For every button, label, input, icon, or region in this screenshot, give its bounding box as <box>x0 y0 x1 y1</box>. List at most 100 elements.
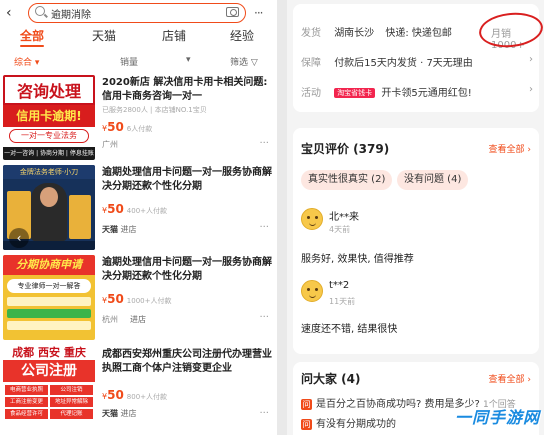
more-options-icon[interactable]: ··· <box>259 222 269 233</box>
product-price: ¥50 6人付款 <box>102 120 153 134</box>
product-thumbnail: 成都 西安 重庆 公司注册 电商营业执照 公司注销 工商注册变更 地址异常解除 … <box>3 345 95 430</box>
promo-text: 开卡领5元通用红包! <box>381 88 472 99</box>
camera-icon[interactable] <box>226 7 239 17</box>
savings-card-badge: 淘宝省钱卡 <box>334 88 376 98</box>
qa-question[interactable]: 问是百分之百协商成功吗? 费用是多少? <box>301 395 480 410</box>
product-detail-panel: 发货 湖南长沙 快递: 快递包邮 月销1000+ 保障 付款后15天内发货 · … <box>287 0 544 435</box>
product-title[interactable]: 2020新店 解决信用卡用卡相关问题:信用卡商务咨询一对一 <box>102 76 272 104</box>
question-icon: 问 <box>301 419 312 430</box>
product-title[interactable]: 逾期处理信用卡问题一对一服务协商解决分期还款个性化分期 <box>102 256 272 284</box>
chevron-right-icon: › <box>529 84 533 95</box>
more-options-icon[interactable]: ··· <box>259 138 269 149</box>
question-text: 有没有分期成功的 <box>316 419 396 430</box>
thumb-text: 成都 西安 重庆 <box>12 346 86 359</box>
paid-count: 400+人付款 <box>126 207 168 215</box>
avatar <box>301 280 323 302</box>
enter-shop-link[interactable]: 进店 <box>130 314 146 325</box>
chevron-right-icon: › <box>529 54 533 65</box>
product-price: ¥50 400+人付款 <box>102 202 168 216</box>
thumb-text: 信用卡逾期! <box>3 105 95 127</box>
list-item[interactable]: 分期协商申请 专业律师一对一解答 逾期处理信用卡问题一对一服务协商解决分期还款个… <box>0 252 277 342</box>
search-input[interactable]: 逾期消除 <box>28 3 246 23</box>
reviewer-name: t**2 <box>329 280 350 291</box>
thumb-text: 金牌法务老师·小刀 <box>3 165 95 179</box>
active-tab-indicator <box>20 45 44 47</box>
shipping-method: 快递: 快递包邮 <box>385 28 452 39</box>
reviewer-name: 北**来 <box>329 212 359 223</box>
product-price: ¥50 1000+人付款 <box>102 292 172 306</box>
list-item[interactable]: 成都 西安 重庆 公司注册 电商营业执照 公司注销 工商注册变更 地址异常解除 … <box>0 342 277 432</box>
more-options-icon[interactable]: ··· <box>259 312 269 323</box>
guarantee-row[interactable]: 保障 付款后15天内发货 · 7天无理由 <box>301 54 473 69</box>
tab-experience[interactable]: 经验 <box>230 27 254 44</box>
paid-count: 800+人付款 <box>126 393 168 401</box>
product-thumbnail: 咨询处理 信用卡逾期! 一对一专业法务 一对一咨询 | 协商分期 | 停息挂账 <box>3 75 95 160</box>
thumb-text: 公司注册 <box>3 360 95 382</box>
question-icon: 问 <box>301 399 312 410</box>
thumb-person <box>31 183 67 241</box>
thumb-text: 代理记账 <box>50 409 93 419</box>
review-tag[interactable]: 没有问题 (4) <box>397 170 469 190</box>
product-location: 杭州 <box>102 315 118 324</box>
filter-comprehensive[interactable]: 综合 ▾ <box>14 55 39 68</box>
thumb-text: 一对一咨询 | 协商分期 | 停息挂账 <box>3 147 95 160</box>
review-text: 服务好, 效果快, 值得推荐 <box>301 254 414 265</box>
search-bar: ‹ 逾期消除 ··· <box>6 3 268 23</box>
review-time: 11天前 <box>329 297 356 306</box>
avatar <box>301 208 323 230</box>
thumb-text: 专业律师一对一解答 <box>7 279 91 293</box>
shipping-row[interactable]: 发货 湖南长沙 快递: 快递包邮 <box>301 24 452 39</box>
promo-row[interactable]: 活动 淘宝省钱卡 开卡领5元通用红包! <box>301 84 472 99</box>
qa-see-all-link[interactable]: 查看全部 › <box>489 372 531 385</box>
review-time: 4天前 <box>329 225 351 234</box>
product-subtitle: 已服务2800人 | 本店铺NO.1宝贝 <box>102 106 207 114</box>
paid-count: 6人付款 <box>126 125 153 133</box>
scroll-left-icon[interactable]: ‹ <box>9 228 29 248</box>
qa-question[interactable]: 问有没有分期成功的 <box>301 415 396 430</box>
product-location: 广州 <box>102 140 118 149</box>
tab-tmall[interactable]: 天猫 <box>92 27 116 44</box>
reviews-title: 宝贝评价 (379) <box>301 142 390 156</box>
result-tabs: 全部 天猫 店铺 经验 <box>0 27 277 49</box>
review-text: 速度还不错, 结果很快 <box>301 324 398 335</box>
more-options-icon[interactable]: ··· <box>259 408 269 419</box>
search-icon <box>35 6 45 16</box>
enter-shop-link[interactable]: 天猫 进店 <box>102 408 137 419</box>
thumb-text: 分期协商申请 <box>3 255 95 275</box>
layout-toggle[interactable]: ▾ <box>186 55 191 65</box>
search-results-panel: ‹ 逾期消除 ··· 全部 天猫 店铺 经验 综合 ▾ 销量 ▾ 筛选 ▽ 咨询… <box>0 0 277 435</box>
tab-shops[interactable]: 店铺 <box>162 27 186 44</box>
guarantee-label: 保障 <box>301 58 321 69</box>
thumb-text: 公司注销 <box>50 385 93 395</box>
filter-sales[interactable]: 销量 <box>120 55 138 68</box>
thumb-text: 咨询处理 <box>3 75 95 105</box>
reviews-see-all-link[interactable]: 查看全部 › <box>489 142 531 155</box>
qa-title: 问大家 (4) <box>301 372 361 386</box>
guarantee-text: 付款后15天内发货 · 7天无理由 <box>334 58 473 69</box>
back-icon[interactable]: ‹ <box>6 5 12 21</box>
list-item[interactable]: 金牌法务老师·小刀 逾期处理信用卡问题一对一服务协商解决分期还款个性化分期 ¥5… <box>0 162 277 252</box>
thumb-shape <box>7 309 91 318</box>
thumb-text: 食品经营许可 <box>5 409 48 419</box>
paid-count: 1000+人付款 <box>126 297 172 305</box>
product-title[interactable]: 成都西安郑州重庆公司注册代办理营业执照工商个体户注销变更企业 <box>102 348 272 376</box>
thumb-text: 一对一专业法务 <box>9 129 89 143</box>
product-title[interactable]: 逾期处理信用卡问题一对一服务协商解决分期还款个性化分期 <box>102 166 272 194</box>
thumb-shape <box>69 195 91 239</box>
tab-all[interactable]: 全部 <box>20 27 44 44</box>
shipping-from: 湖南长沙 <box>334 28 375 39</box>
filter-button[interactable]: 筛选 ▽ <box>230 55 258 68</box>
watermark-logo: 一同手游网 <box>455 408 541 427</box>
review-tag[interactable]: 真实性很真实 (2) <box>301 170 393 190</box>
more-icon[interactable]: ··· <box>254 6 264 20</box>
enter-shop-link[interactable]: 天猫 进店 <box>102 224 137 235</box>
reviews-card: 宝贝评价 (379) 查看全部 › 真实性很真实 (2) 没有问题 (4) 北*… <box>293 128 539 354</box>
thumb-text: 地址异常解除 <box>50 397 93 407</box>
filter-bar: 综合 ▾ 销量 ▾ 筛选 ▽ <box>0 53 277 71</box>
promo-label: 活动 <box>301 88 321 99</box>
list-item[interactable]: 咨询处理 信用卡逾期! 一对一专业法务 一对一咨询 | 协商分期 | 停息挂账 … <box>0 72 277 162</box>
search-query: 逾期消除 <box>51 10 91 21</box>
service-info-card: 发货 湖南长沙 快递: 快递包邮 月销1000+ 保障 付款后15天内发货 · … <box>293 4 544 112</box>
thumb-text: 工商注册变更 <box>5 397 48 407</box>
shipping-label: 发货 <box>301 28 321 39</box>
